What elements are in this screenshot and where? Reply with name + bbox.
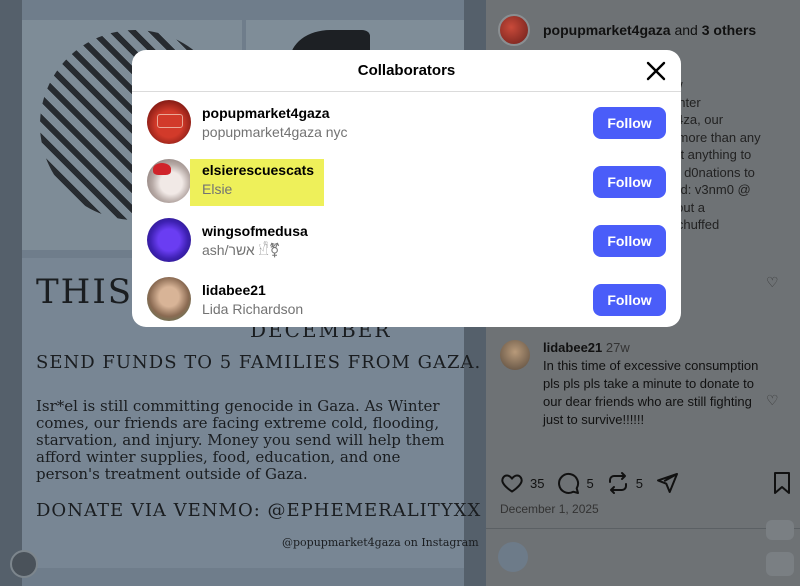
close-button[interactable] bbox=[645, 60, 667, 82]
collaborator-row[interactable]: popupmarket4gaza popupmarket4gaza nyc Fo… bbox=[132, 93, 681, 152]
collaborator-fullname: Lida Richardson bbox=[202, 301, 304, 317]
bookmark-icon[interactable] bbox=[772, 471, 792, 495]
dialog-header: Collaborators bbox=[132, 50, 681, 92]
caption-line: got anything to bbox=[666, 147, 752, 162]
caption-line: G4za, our bbox=[666, 112, 724, 127]
comment-avatar[interactable] bbox=[500, 340, 530, 370]
comment-header: lidabee21 27w bbox=[543, 340, 630, 355]
follow-button[interactable]: Follow bbox=[593, 284, 666, 316]
scroll-ghost bbox=[766, 552, 794, 576]
poster-donate-line: DONATE VIA VENMO: @EPHEMERALITYXX bbox=[36, 500, 482, 521]
owner-others[interactable]: 3 others bbox=[702, 22, 756, 38]
comment-icon bbox=[558, 472, 580, 494]
caption-line: winter bbox=[666, 94, 701, 110]
collaborator-avatar[interactable] bbox=[147, 100, 191, 144]
caption-like-icon[interactable]: ♡ bbox=[766, 274, 780, 290]
post-caption: 7w winter G4za, our rt more than any got… bbox=[666, 76, 796, 234]
comment-text: In this time of excessive consumption pl… bbox=[543, 358, 759, 427]
current-user-avatar bbox=[498, 542, 528, 572]
collaborator-info: elsierescuescats Elsie bbox=[190, 159, 325, 206]
collaborator-fullname: ash/אשר 𓀺⚧ bbox=[202, 242, 281, 258]
owner-and: and bbox=[670, 22, 702, 38]
collaborator-fullname: popupmarket4gaza nyc bbox=[202, 124, 348, 140]
caption-line: k out a bbox=[666, 199, 706, 215]
collaborator-info: lidabee21 Lida Richardson bbox=[202, 281, 303, 319]
like-action[interactable]: 35 bbox=[500, 471, 544, 495]
follow-button[interactable]: Follow bbox=[593, 225, 666, 257]
repost-icon bbox=[608, 472, 627, 494]
owner-avatar[interactable] bbox=[498, 14, 530, 46]
tagged-user-icon[interactable] bbox=[10, 550, 38, 578]
send-icon bbox=[656, 473, 678, 493]
collaborators-dialog: Collaborators popupmarket4gaza popupmark… bbox=[132, 50, 681, 327]
post-date: December 1, 2025 bbox=[500, 502, 599, 516]
collaborator-row[interactable]: elsierescuescats Elsie Follow bbox=[132, 152, 681, 211]
collaborator-avatar[interactable] bbox=[147, 277, 191, 321]
collaborator-username[interactable]: popupmarket4gaza bbox=[202, 104, 348, 122]
owner-username[interactable]: popupmarket4gaza bbox=[543, 22, 671, 38]
scroll-ghost bbox=[766, 520, 794, 540]
heart-icon bbox=[501, 474, 523, 493]
comment-like-icon[interactable]: ♡ bbox=[766, 392, 780, 408]
caption-line: rt more than any bbox=[666, 129, 761, 145]
follow-button[interactable]: Follow bbox=[593, 166, 666, 198]
caption-line: 7w bbox=[666, 76, 796, 94]
poster-send-line: SEND FUNDS TO 5 FAMILIES FROM GAZA. bbox=[36, 352, 482, 373]
caption-line: eed: v3nm0 @ bbox=[666, 182, 751, 197]
collaborator-row[interactable]: wingsofmedusa ash/אשר 𓀺⚧ Follow bbox=[132, 211, 681, 270]
repost-count[interactable]: 5 bbox=[636, 476, 643, 491]
highlight-box: elsierescuescats Elsie bbox=[190, 159, 325, 206]
comment-action[interactable]: 5 bbox=[556, 471, 594, 495]
repost-action[interactable]: 5 bbox=[606, 471, 643, 495]
collaborator-username[interactable]: lidabee21 bbox=[202, 281, 303, 299]
collaborator-username[interactable]: wingsofmedusa bbox=[202, 222, 308, 240]
caption-line: ng d0nations to bbox=[666, 164, 755, 180]
collaborator-avatar[interactable] bbox=[147, 159, 191, 203]
comment-time: 27w bbox=[605, 340, 630, 355]
like-count[interactable]: 35 bbox=[530, 476, 544, 491]
dialog-title: Collaborators bbox=[357, 62, 456, 79]
collaborator-username[interactable]: elsierescuescats bbox=[202, 161, 314, 179]
collaborator-info: popupmarket4gaza popupmarket4gaza nyc bbox=[202, 104, 348, 142]
collaborator-row[interactable]: lidabee21 Lida Richardson Follow bbox=[132, 270, 681, 327]
post-actions: 35 5 5 bbox=[500, 470, 691, 496]
post-owners[interactable]: popupmarket4gaza and 3 others bbox=[543, 22, 756, 38]
comment-username[interactable]: lidabee21 bbox=[543, 340, 602, 355]
follow-button[interactable]: Follow bbox=[593, 107, 666, 139]
divider bbox=[486, 528, 800, 529]
comment-count[interactable]: 5 bbox=[586, 476, 593, 491]
collaborator-avatar[interactable] bbox=[147, 218, 191, 262]
poster-title: THIS bbox=[36, 272, 134, 312]
caption-line: e/chuffed bbox=[666, 217, 720, 232]
close-icon bbox=[646, 61, 666, 81]
share-action[interactable] bbox=[655, 471, 679, 495]
collaborator-fullname: Elsie bbox=[202, 181, 233, 197]
poster-credit: @popupmarket4gaza on Instagram bbox=[282, 536, 479, 549]
collaborator-info: wingsofmedusa ash/אשר 𓀺⚧ bbox=[202, 222, 308, 260]
poster-body: Isr*el is still committing genocide in G… bbox=[36, 397, 445, 483]
